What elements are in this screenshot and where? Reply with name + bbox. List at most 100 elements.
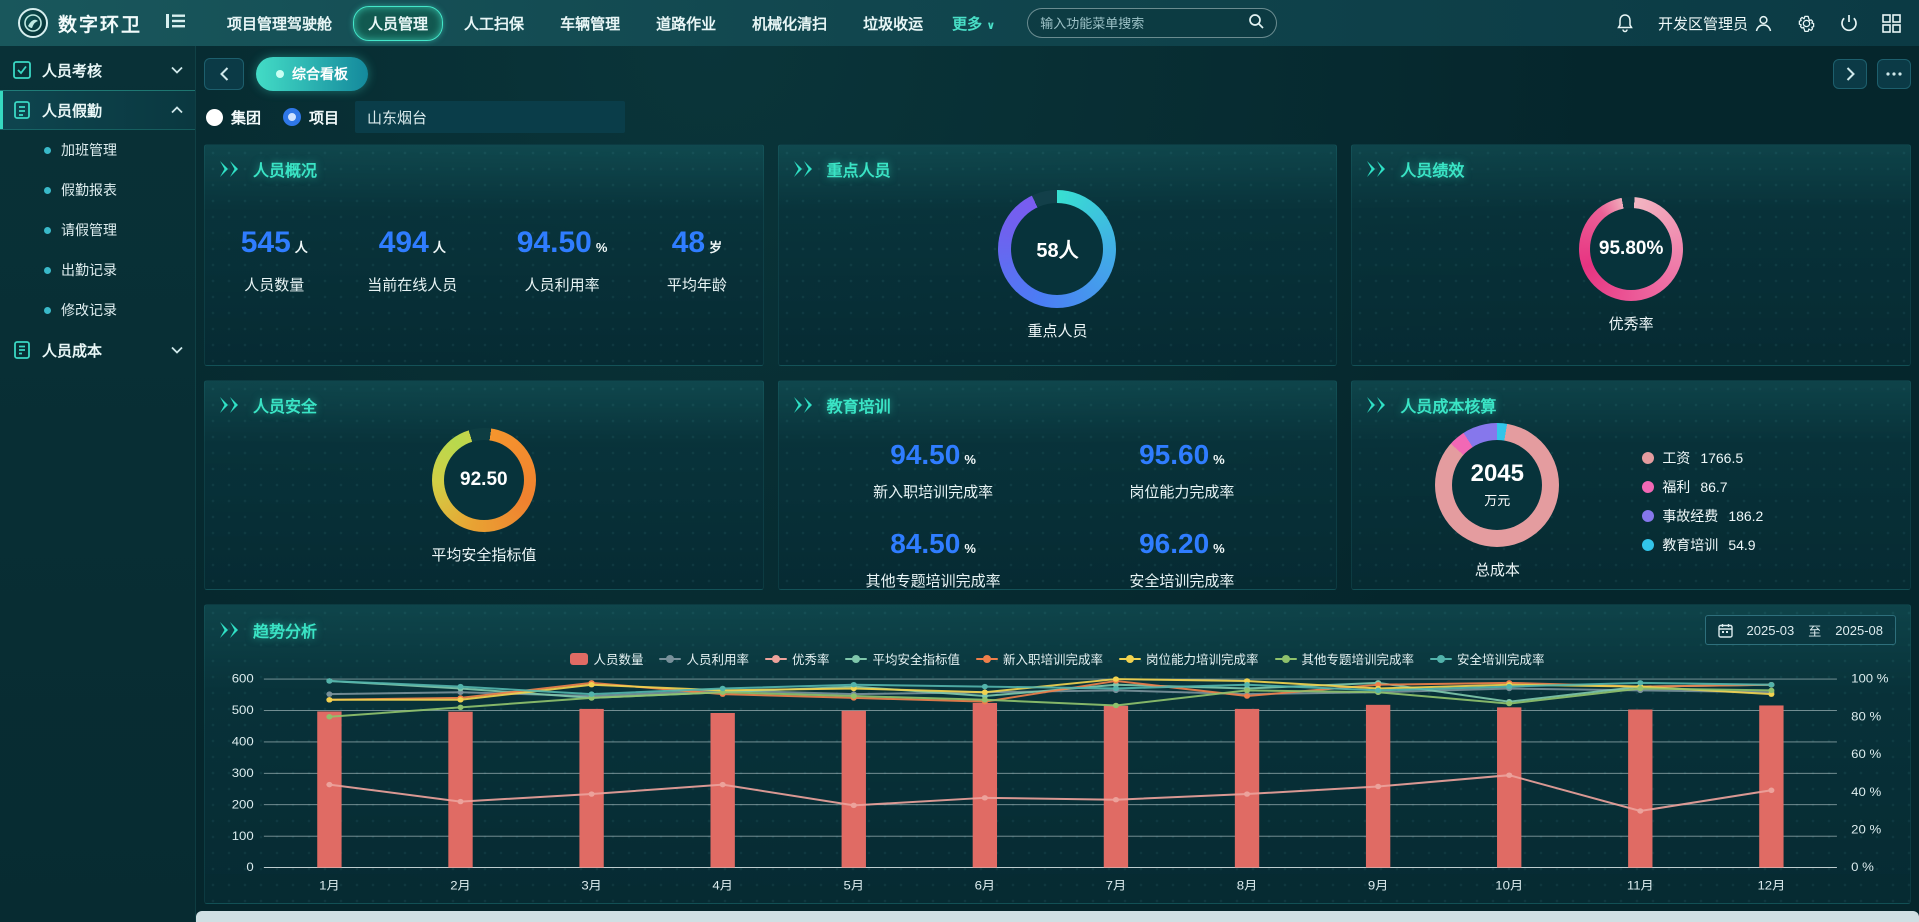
project-select-input[interactable] [355,101,625,133]
date-from[interactable]: 2025-03 [1747,623,1795,638]
legend-item[interactable]: 人员数量 [570,649,643,668]
nav-item-project-cockpit[interactable]: 项目管理驾驶舱 [212,6,347,41]
svg-text:11月: 11月 [1627,879,1654,892]
legend-line-marker-icon [1275,654,1297,664]
horizontal-scrollbar[interactable] [196,911,1919,922]
sidebar-item-personnel-cost[interactable]: 人员成本 [0,330,195,370]
safety-donut-chart[interactable]: 92.50 [432,428,536,532]
legend-label: 平均安全指标值 [872,649,960,668]
svg-text:6月: 6月 [975,879,996,892]
nav-item-manual-sweeping[interactable]: 人工扫保 [449,6,539,41]
power-logout-icon[interactable] [1840,14,1858,32]
current-user[interactable]: 开发区管理员 [1658,13,1773,34]
date-range-picker[interactable]: 2025-03 至 2025-08 [1705,615,1896,645]
settings-gear-icon[interactable] [1797,14,1816,33]
legend-item[interactable]: 优秀率 [765,649,830,668]
calendar-icon [1718,623,1733,638]
chevron-down-icon [171,346,183,354]
legend-label: 优秀率 [792,649,830,668]
sidebar-item-assessment[interactable]: 人员考核 [0,50,195,90]
svg-text:20 %: 20 % [1851,823,1881,836]
svg-text:7月: 7月 [1106,879,1127,892]
sidebar-item-modification-record[interactable]: 修改记录 [0,290,195,330]
chevron-up-icon [171,106,183,114]
checklist-icon [12,60,32,80]
legend-line-marker-icon [765,654,787,664]
legend-label: 人员数量 [593,649,643,668]
sidebar-item-leave-management[interactable]: 请假管理 [0,210,195,250]
svg-text:200: 200 [232,798,254,811]
svg-text:12月: 12月 [1757,879,1785,892]
sidebar-item-attendance-report[interactable]: 假勤报表 [0,170,195,210]
legend-item[interactable]: 平均安全指标值 [845,649,960,668]
performance-donut-chart[interactable]: 95.80% [1579,197,1683,301]
function-search [1027,8,1277,38]
legend-item-training[interactable]: 教育培训54.9 [1642,535,1763,555]
radio-group-option[interactable]: 集团 [206,107,261,128]
card-trend-analysis: 趋势分析 2025-03 至 2025-08 人员数量人员利用率优秀率平均安全指… [204,604,1911,904]
ellipsis-icon [1886,72,1902,76]
date-separator: 至 [1808,621,1821,640]
tabs-scroll-right-button[interactable] [1833,59,1867,89]
legend-dot-icon [1642,539,1654,551]
apps-grid-icon[interactable] [1882,14,1901,33]
nav-item-personnel-management[interactable]: 人员管理 [353,6,443,41]
tabs-scroll-left-button[interactable] [204,58,244,90]
trend-chart[interactable]: 01002003004005006000 %20 %40 %60 %80 %10… [205,670,1910,902]
card-title: 人员安全 [253,393,317,417]
legend-bar-marker-icon [570,653,588,665]
svg-text:5月: 5月 [844,879,865,892]
legend-line-marker-icon [845,654,867,664]
nav-item-road-operation[interactable]: 道路作业 [641,6,731,41]
username: 开发区管理员 [1658,13,1748,34]
legend-item-welfare[interactable]: 福利86.7 [1642,477,1763,497]
svg-text:80 %: 80 % [1851,710,1881,723]
legend-item[interactable]: 岗位能力培训完成率 [1119,649,1259,668]
card-title: 人员成本核算 [1400,393,1496,417]
legend-item[interactable]: 新入职培训完成率 [976,649,1103,668]
double-chevron-icon [1366,397,1392,413]
svg-text:400: 400 [232,735,254,748]
sidebar-item-attendance-record[interactable]: 出勤记录 [0,250,195,290]
nav-item-vehicle-management[interactable]: 车辆管理 [545,6,635,41]
stat-safety-training: 96.20% 安全培训完成率 [1057,528,1306,590]
top-navigation-bar: 数字环卫 项目管理驾驶舱 人员管理 人工扫保 车辆管理 道路作业 机械化清扫 垃… [0,0,1919,46]
card-personnel-performance: 人员绩效 95.80% 优秀率 [1351,144,1911,366]
search-icon[interactable] [1248,13,1264,34]
legend-item[interactable]: 其他专题培训完成率 [1275,649,1415,668]
svg-text:0: 0 [246,861,253,874]
tab-dashboard[interactable]: 综合看板 [256,57,368,91]
legend-item[interactable]: 安全培训完成率 [1430,649,1545,668]
card-title: 重点人员 [827,157,891,181]
card-personnel-overview: 人员概况 545人 人员数量 494人 当前在线人员 94.50% 人员利用率 … [204,144,764,366]
sidebar-item-overtime[interactable]: 加班管理 [0,130,195,170]
legend-item[interactable]: 人员利用率 [659,649,749,668]
legend-item-accident[interactable]: 事故经费186.2 [1642,506,1763,526]
legend-line-marker-icon [659,654,681,664]
radio-project-option[interactable]: 项目 [283,107,339,128]
date-to[interactable]: 2025-08 [1835,623,1883,638]
svg-text:4月: 4月 [712,879,733,892]
svg-text:3月: 3月 [581,879,602,892]
tab-bar: 综合看板 [204,54,1911,94]
stat-utilization: 94.50% 人员利用率 [517,226,608,295]
svg-text:10月: 10月 [1495,879,1523,892]
legend-item-salary[interactable]: 工资1766.5 [1642,448,1763,468]
cost-donut-chart[interactable]: 2045万元 [1435,423,1559,547]
nav-more-dropdown[interactable]: 更多 ∨ [944,7,1003,40]
notifications-bell-icon[interactable] [1616,14,1634,33]
sidebar-item-attendance[interactable]: 人员假勤 [0,90,195,130]
card-title: 教育培训 [827,393,891,417]
svg-text:1月: 1月 [319,879,340,892]
nav-item-mechanized-cleaning[interactable]: 机械化清扫 [737,6,842,41]
legend-line-marker-icon [1119,654,1141,664]
menu-collapse-icon[interactable] [166,13,186,34]
key-personnel-donut-chart[interactable]: 58人 [998,190,1116,308]
chevron-right-icon [1846,67,1855,81]
search-input[interactable] [1040,16,1240,31]
bullet-icon [44,187,51,194]
tabs-more-button[interactable] [1877,59,1911,89]
legend-label: 其他专题培训完成率 [1302,649,1415,668]
nav-item-garbage-collection[interactable]: 垃圾收运 [848,6,938,41]
scope-filter: 集团 项目 [206,100,1911,134]
